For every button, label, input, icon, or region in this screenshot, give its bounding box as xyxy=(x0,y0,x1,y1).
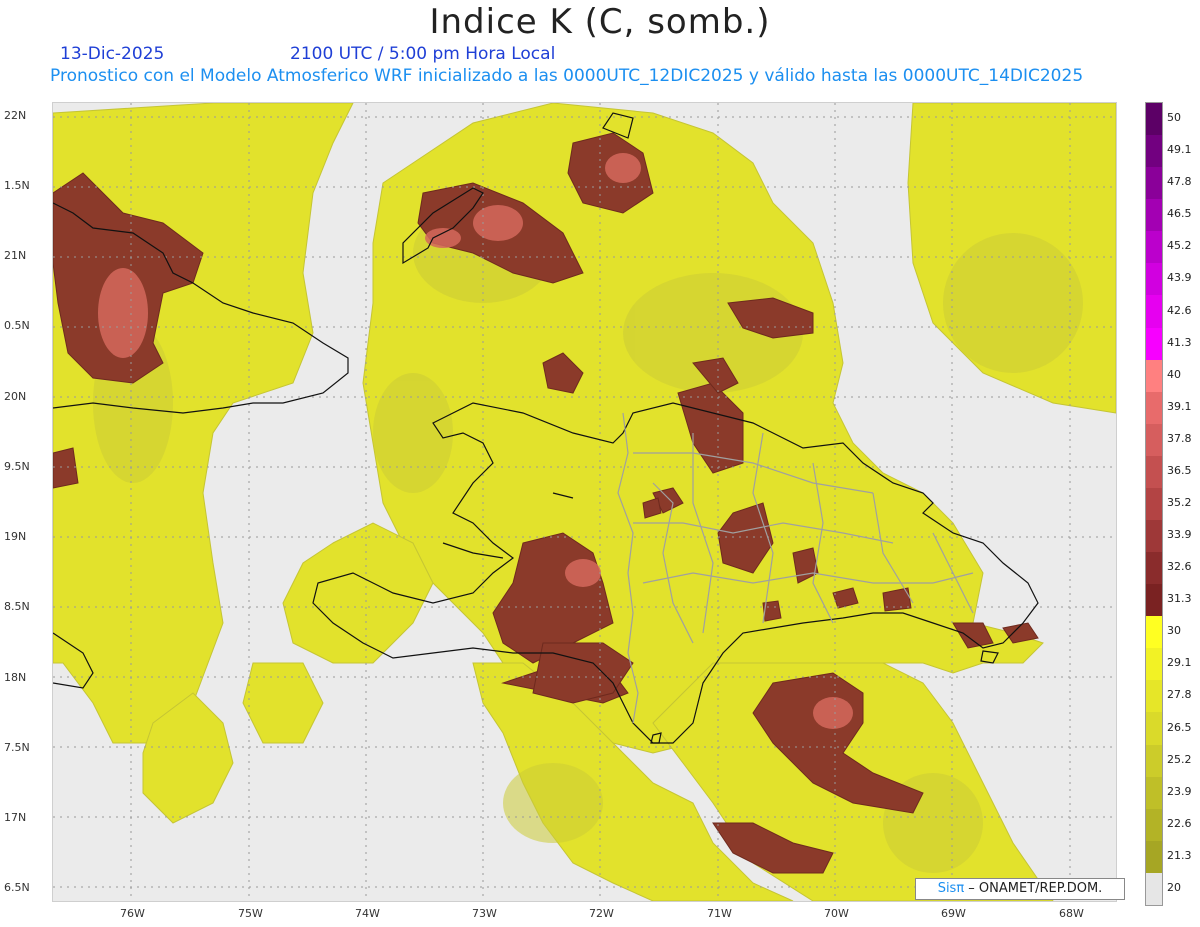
legend-swatch xyxy=(1146,872,1162,905)
lat-label: 7.5N xyxy=(4,741,30,754)
legend-swatch xyxy=(1146,231,1162,264)
lon-label: 74W xyxy=(355,907,380,920)
credit-text: – ONAMET/REP.DOM. xyxy=(964,881,1103,896)
legend-swatch xyxy=(1146,455,1162,488)
legend-label: 23.9 xyxy=(1167,784,1192,798)
credit-logo-text: Sisπ xyxy=(937,881,965,896)
forecast-date: 13-Dic-2025 xyxy=(60,44,165,64)
legend-label: 20 xyxy=(1167,880,1181,894)
lon-label: 75W xyxy=(238,907,263,920)
legend-label: 21.3 xyxy=(1167,848,1192,862)
legend-swatch xyxy=(1146,295,1162,328)
lon-label: 69W xyxy=(941,907,966,920)
lon-label: 76W xyxy=(120,907,145,920)
legend-swatch xyxy=(1146,103,1162,136)
legend-swatch xyxy=(1146,487,1162,521)
forecast-description: Pronostico con el Modelo Atmosferico WRF… xyxy=(50,66,1084,86)
legend-label: 37.8 xyxy=(1167,431,1192,445)
legend-swatch xyxy=(1146,327,1162,360)
legend-swatch xyxy=(1146,552,1162,585)
legend-label: 45.2 xyxy=(1167,239,1192,253)
legend-label: 27.8 xyxy=(1167,688,1192,702)
legend-swatch xyxy=(1146,199,1162,232)
legend-label: 33.9 xyxy=(1167,528,1192,542)
lon-label: 70W xyxy=(824,907,849,920)
lat-label: 22N xyxy=(4,109,27,122)
lon-label: 73W xyxy=(472,907,497,920)
legend-swatch xyxy=(1146,776,1162,809)
legend-label: 29.1 xyxy=(1167,656,1192,670)
legend-swatch xyxy=(1146,423,1162,456)
legend-swatch xyxy=(1146,744,1162,777)
legend-label: 35.2 xyxy=(1167,496,1192,509)
map-title: Indice K (C, somb.) xyxy=(429,2,771,42)
lon-label: 72W xyxy=(589,907,614,920)
lat-label: 8.5N xyxy=(4,600,30,613)
legend-label: 41.3 xyxy=(1167,335,1192,349)
legend-swatch xyxy=(1146,359,1162,392)
color-scale-bar xyxy=(1145,102,1163,906)
legend-label: 49.1 xyxy=(1167,143,1192,157)
legend-label: 42.6 xyxy=(1167,303,1192,317)
legend-label: 39.1 xyxy=(1167,399,1192,413)
map-panel xyxy=(52,102,1117,902)
k-index-field xyxy=(53,103,1116,901)
legend-label: 50 xyxy=(1167,111,1181,125)
legend-label: 40 xyxy=(1167,367,1181,381)
legend-swatch xyxy=(1146,167,1162,200)
lat-label: 6.5N xyxy=(4,881,30,894)
legend-swatch xyxy=(1146,520,1162,553)
lon-label: 71W xyxy=(707,907,732,920)
legend-label: 36.5 xyxy=(1167,463,1192,477)
credit-box: Sisπ – ONAMET/REP.DOM. xyxy=(915,878,1125,900)
forecast-time: 2100 UTC / 5:00 pm Hora Local xyxy=(290,44,556,64)
legend-swatch xyxy=(1146,808,1162,841)
legend-label: 32.6 xyxy=(1167,560,1192,574)
legend-label: 46.5 xyxy=(1167,207,1192,221)
legend-label: 47.8 xyxy=(1167,175,1192,189)
lat-label: 17N xyxy=(4,811,27,824)
lat-label: 0.5N xyxy=(4,319,30,332)
lat-label: 21N xyxy=(4,249,27,262)
legend-label: 25.2 xyxy=(1167,752,1192,766)
legend-swatch xyxy=(1146,712,1162,745)
legend-swatch xyxy=(1146,584,1162,617)
legend-swatch xyxy=(1146,263,1162,296)
legend-label: 30 xyxy=(1167,624,1181,638)
legend-swatch xyxy=(1146,840,1162,873)
lon-label: 68W xyxy=(1059,907,1084,920)
lat-label: 19N xyxy=(4,530,27,543)
legend-swatch xyxy=(1146,680,1162,713)
legend-swatch xyxy=(1146,616,1162,649)
lat-label: 20N xyxy=(4,390,27,403)
legend-swatch xyxy=(1146,648,1162,681)
legend-label: 26.5 xyxy=(1167,720,1192,734)
lat-label: 9.5N xyxy=(4,460,30,473)
legend-swatch xyxy=(1146,135,1162,168)
legend-label: 31.3 xyxy=(1167,592,1192,606)
lat-label: 1.5N xyxy=(4,179,30,192)
legend-swatch xyxy=(1146,391,1162,424)
legend-label: 22.6 xyxy=(1167,816,1192,830)
legend-label: 43.9 xyxy=(1167,271,1192,285)
lat-label: 18N xyxy=(4,671,27,684)
